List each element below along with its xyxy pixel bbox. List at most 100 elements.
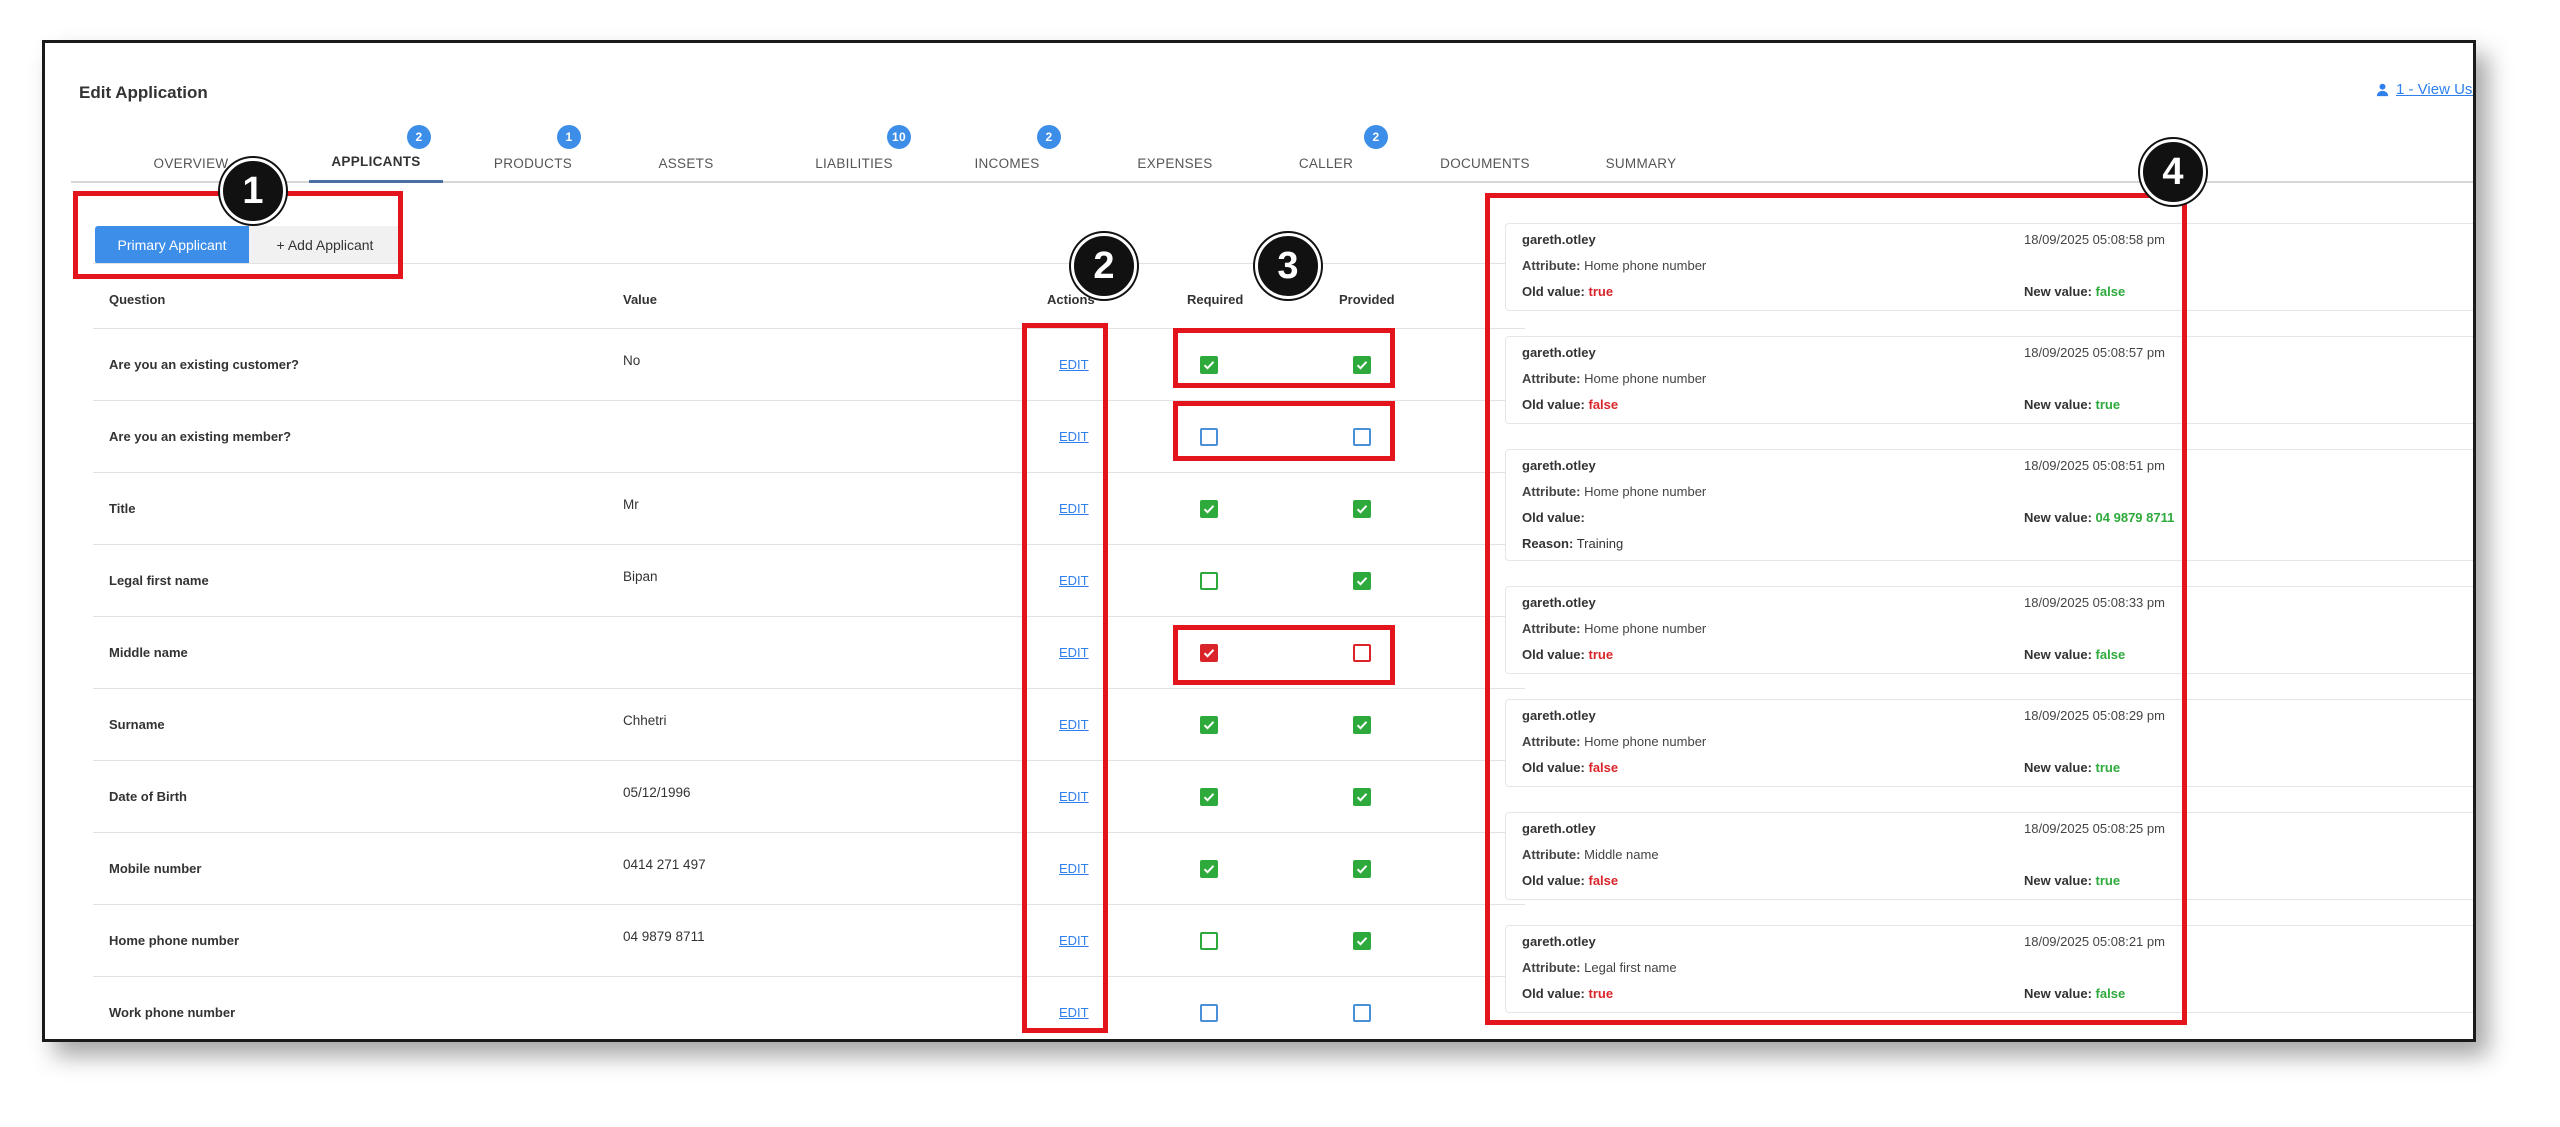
log-new-value: New value: false [2024, 986, 2126, 1001]
log-new-value: New value: true [2024, 397, 2121, 412]
tab-badge: 2 [1037, 125, 1061, 149]
question-label: Title [109, 501, 136, 516]
log-user: gareth.otley [1522, 708, 1596, 723]
edit-link[interactable]: EDIT [1059, 573, 1089, 588]
audit-log-panel: gareth.otley 18/09/2025 05:08:58 pm Attrib… [1505, 223, 2473, 1038]
log-old-value: Old value: false [1522, 873, 1619, 888]
audit-log-entry: gareth.otley 18/09/2025 05:08:21 pm Attrib… [1505, 925, 2473, 1013]
edit-link[interactable]: EDIT [1059, 429, 1089, 444]
table-row: Are you an existing customer? No EDIT [93, 329, 1525, 401]
provided-checkbox[interactable] [1353, 788, 1371, 806]
log-old-value: Old value: true [1522, 647, 1614, 662]
log-new-value: New value: true [2024, 873, 2121, 888]
required-checkbox[interactable] [1200, 1004, 1218, 1022]
annotation-marker-3: 3 [1255, 233, 1321, 299]
log-attribute: Attribute: Home phone number [1522, 258, 1707, 273]
tab-expenses[interactable]: EXPENSES [1105, 143, 1245, 183]
annotation-marker-4: 4 [2140, 139, 2206, 205]
edit-link[interactable]: EDIT [1059, 1005, 1089, 1020]
tab-caller[interactable]: CALLER 2 [1256, 125, 1396, 183]
tab-summary[interactable]: SUMMARY [1571, 143, 1711, 183]
table-row: Mobile number 0414 271 497 EDIT [93, 833, 1525, 905]
provided-checkbox[interactable] [1353, 716, 1371, 734]
header-provided: Provided [1339, 292, 1395, 307]
audit-log-entry: gareth.otley 18/09/2025 05:08:25 pm Attrib… [1505, 812, 2473, 900]
table-row: Date of Birth 05/12/1996 EDIT [93, 761, 1525, 833]
provided-checkbox[interactable] [1353, 860, 1371, 878]
log-attribute: Attribute: Home phone number [1522, 484, 1707, 499]
primary-applicant-button[interactable]: Primary Applicant [95, 226, 249, 264]
provided-checkbox[interactable] [1353, 1004, 1371, 1022]
log-timestamp: 18/09/2025 05:08:57 pm [2024, 345, 2165, 360]
provided-checkbox[interactable] [1353, 500, 1371, 518]
table-row: Title Mr EDIT [93, 473, 1525, 545]
audit-log-entry: gareth.otley 18/09/2025 05:08:51 pm Attrib… [1505, 449, 2473, 561]
tab-badge: 1 [557, 125, 581, 149]
edit-link[interactable]: EDIT [1059, 789, 1089, 804]
question-label: Date of Birth [109, 789, 187, 804]
tab-incomes[interactable]: INCOMES 2 [947, 125, 1067, 183]
view-users-link[interactable]: 1 - View Users [2375, 81, 2473, 98]
edit-link[interactable]: EDIT [1059, 645, 1089, 660]
log-new-value: New value: 04 9879 8711 [2024, 510, 2175, 525]
log-new-value: New value: true [2024, 760, 2121, 775]
required-checkbox[interactable] [1200, 572, 1218, 590]
log-attribute: Attribute: Home phone number [1522, 621, 1707, 636]
log-timestamp: 18/09/2025 05:08:21 pm [2024, 934, 2165, 949]
tab-badge: 10 [887, 125, 911, 149]
answer-value: 0414 271 497 [623, 857, 706, 872]
edit-link[interactable]: EDIT [1059, 717, 1089, 732]
tab-liabilities[interactable]: LIABILITIES 10 [787, 125, 921, 183]
required-checkbox[interactable] [1200, 500, 1218, 518]
tab-badge: 2 [407, 125, 431, 149]
answer-value: Bipan [623, 569, 658, 584]
log-user: gareth.otley [1522, 345, 1596, 360]
edit-link[interactable]: EDIT [1059, 501, 1089, 516]
log-old-value: Old value: true [1522, 986, 1614, 1001]
log-attribute: Attribute: Legal first name [1522, 960, 1677, 975]
log-timestamp: 18/09/2025 05:08:29 pm [2024, 708, 2165, 723]
view-users-label: 1 - View Users [2396, 81, 2473, 98]
table-row: Home phone number 04 9879 8711 EDIT [93, 905, 1525, 977]
required-checkbox[interactable] [1200, 860, 1218, 878]
header-required: Required [1187, 292, 1244, 307]
audit-log-entry: gareth.otley 18/09/2025 05:08:57 pm Attrib… [1505, 336, 2473, 424]
log-old-value: Old value: true [1522, 284, 1614, 299]
app-window: Edit Application 1 - View Users OVERVIEW… [42, 40, 2476, 1042]
required-checkbox[interactable] [1200, 716, 1218, 734]
tab-products[interactable]: PRODUCTS 1 [473, 125, 593, 183]
table-row: Work phone number EDIT [93, 977, 1525, 1039]
required-checkbox[interactable] [1200, 356, 1218, 374]
required-checkbox[interactable] [1200, 788, 1218, 806]
add-applicant-button[interactable]: + Add Applicant [249, 226, 401, 264]
log-old-value: Old value: [1522, 510, 1585, 525]
required-checkbox[interactable] [1200, 932, 1218, 950]
required-checkbox[interactable] [1200, 428, 1218, 446]
tab-documents[interactable]: DOCUMENTS [1415, 143, 1555, 183]
log-user: gareth.otley [1522, 595, 1596, 610]
log-timestamp: 18/09/2025 05:08:25 pm [2024, 821, 2165, 836]
tab-assets[interactable]: ASSETS [626, 143, 746, 183]
provided-checkbox[interactable] [1353, 572, 1371, 590]
log-user: gareth.otley [1522, 934, 1596, 949]
edit-link[interactable]: EDIT [1059, 861, 1089, 876]
provided-checkbox[interactable] [1353, 356, 1371, 374]
table-row: Middle name EDIT [93, 617, 1525, 689]
log-attribute: Attribute: Home phone number [1522, 734, 1707, 749]
answer-value: 05/12/1996 [623, 785, 691, 800]
tab-badge: 2 [1364, 125, 1388, 149]
log-user: gareth.otley [1522, 458, 1596, 473]
edit-link[interactable]: EDIT [1059, 933, 1089, 948]
provided-checkbox[interactable] [1353, 644, 1371, 662]
required-checkbox[interactable] [1200, 644, 1218, 662]
provided-checkbox[interactable] [1353, 428, 1371, 446]
provided-checkbox[interactable] [1353, 932, 1371, 950]
tab-applicants[interactable]: APPLICANTS 2 [309, 125, 443, 183]
page-title: Edit Application [79, 83, 208, 102]
edit-link[interactable]: EDIT [1059, 357, 1089, 372]
question-label: Work phone number [109, 1005, 236, 1020]
user-icon [2376, 83, 2389, 97]
question-label: Legal first name [109, 573, 209, 588]
table-row: Legal first name Bipan EDIT [93, 545, 1525, 617]
header-value: Value [623, 292, 657, 307]
